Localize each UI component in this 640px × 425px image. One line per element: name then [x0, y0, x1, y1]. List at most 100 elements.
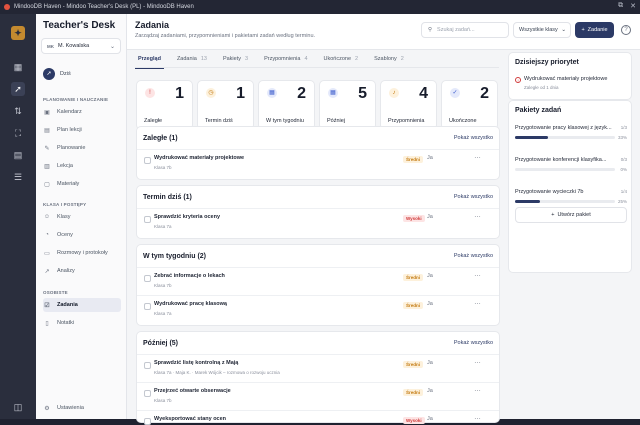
more-icon[interactable]: …: [474, 414, 481, 421]
class-filter-select[interactable]: Wszystkie klasy ⌄: [513, 22, 571, 38]
sidebar-item-grades[interactable]: ◔ Oceny: [43, 228, 121, 242]
window-titlebar: MindooDB Haven - Mindoo Teacher's Desk (…: [0, 0, 640, 14]
task-assignee: Ja: [427, 416, 433, 422]
task-assignee: Ja: [427, 273, 433, 279]
main-content: Zadania Zarządzaj zadaniami, przypomnien…: [127, 14, 640, 425]
more-icon[interactable]: …: [474, 271, 481, 278]
transfer-icon[interactable]: ⇅: [11, 104, 25, 118]
rocket-icon[interactable]: ➚: [11, 82, 25, 96]
more-icon[interactable]: …: [474, 299, 481, 306]
stat-value: 1: [236, 85, 245, 102]
group-title: Zaległe (1): [143, 134, 178, 142]
sidebar-item-lesson[interactable]: ▥ Lekcja: [43, 159, 121, 173]
stat-card-due-today[interactable]: ◷ 1 Termin dziś: [197, 80, 254, 130]
sidebar-item-tasks[interactable]: ☑ Zadania: [43, 298, 121, 312]
bundle-percent: 25%: [617, 199, 627, 204]
task-row[interactable]: Zebrać informacje o lekach Klasa 7b Śred…: [137, 267, 499, 295]
sidebar-item-calendar[interactable]: ▣ Kalendarz: [43, 105, 121, 119]
priority-badge: Średni: [403, 302, 424, 309]
more-icon[interactable]: …: [474, 386, 481, 393]
app-rail: ✦ ▦ ➚ ⇅ ⛶ ▤ ☰ ◫: [0, 14, 36, 419]
stat-card-later[interactable]: ▦ 5 Później: [319, 80, 376, 130]
stat-value: 2: [297, 85, 306, 102]
task-checkbox[interactable]: [144, 390, 151, 397]
checklist-icon: ☑: [44, 302, 50, 309]
sidebar-item-label: Analizy: [57, 268, 75, 274]
users-icon: ☺: [43, 214, 51, 220]
sidebar-item-label: Rozmowy i protokoły: [57, 250, 108, 256]
window-title: MindooDB Haven - Mindoo Teacher's Desk (…: [14, 4, 194, 10]
more-icon[interactable]: …: [474, 358, 481, 365]
sidebar-item-conversations[interactable]: ▭ Rozmowy i protokoły: [43, 246, 121, 260]
bundle-progress-bar: [515, 200, 615, 203]
task-checkbox[interactable]: [144, 362, 151, 369]
sidebar-item-schedule[interactable]: ▤ Plan lekcji: [43, 123, 121, 137]
stat-label: Termin dziś: [205, 118, 233, 124]
sidebar-item-settings[interactable]: ⚙ Ustawienia: [43, 401, 121, 415]
sidebar-item-classes[interactable]: ☺ Klasy: [43, 210, 121, 224]
task-title: Zebrać informacje o lekach: [154, 273, 225, 279]
task-row[interactable]: Przejrzeć otwarte obserwacje Klasa 7b Śr…: [137, 382, 499, 410]
sliders-icon[interactable]: ☰: [11, 170, 25, 184]
add-task-button[interactable]: + Zadanie: [575, 22, 614, 38]
sidebar-item-materials[interactable]: ▢ Materiały: [43, 177, 121, 191]
priority-task[interactable]: ! Wydrukować materiały projektowe Zaległ…: [515, 76, 627, 94]
priority-badge: Średni: [403, 389, 424, 396]
more-icon[interactable]: …: [474, 212, 481, 219]
task-checkbox[interactable]: [144, 216, 151, 223]
sidebar-item-notes[interactable]: ▯ Notatki: [43, 316, 121, 330]
nav-today[interactable]: ➚ Dziś: [43, 68, 71, 80]
panel-toggle-icon[interactable]: ◫: [11, 400, 25, 414]
plus-icon: +: [551, 212, 555, 218]
stat-card-completed[interactable]: ✓ 2 Ukończone: [441, 80, 498, 130]
user-switcher[interactable]: MK M. Kowalska ⌄: [41, 38, 121, 54]
dashboard-icon[interactable]: ▦: [11, 60, 25, 74]
task-checkbox[interactable]: [144, 303, 151, 310]
stat-card-reminders[interactable]: ♪ 4 Przypomnienia: [380, 80, 437, 130]
task-checkbox[interactable]: [144, 275, 151, 282]
task-checkbox[interactable]: [144, 157, 151, 164]
task-title: Wydrukować pracę klasową: [154, 301, 227, 307]
stat-card-this-week[interactable]: ▦ 2 W tym tygodniu: [258, 80, 315, 130]
bundle-item[interactable]: Przygotowanie pracy klasowej z język... …: [515, 125, 627, 151]
tab-label: Przegląd: [138, 56, 161, 62]
bell-icon: ♪: [389, 88, 399, 98]
create-bundle-button[interactable]: + Utwórz pakiet: [515, 207, 627, 223]
stat-value: 4: [419, 85, 428, 102]
task-checkbox[interactable]: [144, 418, 151, 425]
database-icon[interactable]: ▤: [11, 148, 25, 162]
task-row[interactable]: Wyeksportować stany ocen Wysoki Ja …: [137, 410, 499, 425]
search-input[interactable]: ⚲ Szukaj zadań...: [421, 22, 509, 38]
tab-divider: [135, 67, 499, 68]
task-title: Wydrukować materiały projektowe: [154, 155, 245, 161]
chart-icon: ◔: [45, 232, 49, 238]
priority-badge: Średni: [403, 274, 424, 281]
task-assignee: Ja: [427, 214, 433, 220]
task-row[interactable]: Sprawdzić listę kontrolną z Mają Klasa 7…: [137, 354, 499, 382]
bundle-count: 1/3: [620, 125, 627, 130]
show-all-link[interactable]: Pokaż wszystko: [454, 127, 493, 149]
close-icon[interactable]: ✕: [630, 2, 636, 10]
sidebar-item-planning[interactable]: ✎ Planowanie: [43, 141, 121, 155]
task-row[interactable]: Wydrukować materiały projektowe Klasa 7b…: [137, 149, 499, 177]
sidebar-item-label: Kalendarz: [57, 109, 82, 115]
scan-icon[interactable]: ⛶: [11, 126, 25, 140]
more-icon[interactable]: …: [474, 153, 481, 160]
stat-card-overdue[interactable]: ! 1 Zaległe: [136, 80, 193, 130]
show-all-link[interactable]: Pokaż wszystko: [454, 186, 493, 208]
tab-label: Szablony: [374, 56, 397, 62]
show-all-link[interactable]: Pokaż wszystko: [454, 245, 493, 267]
stat-label: Ukończone: [449, 118, 477, 124]
book-icon: ▥: [44, 163, 50, 170]
bundle-name: Przygotowanie pracy klasowej z język...: [515, 125, 612, 131]
pip-icon[interactable]: ⧉: [618, 2, 623, 10]
section-title: PLANOWANIE I NAUCZANIE: [43, 97, 109, 102]
task-row[interactable]: Wydrukować pracę klasową Klasa 7a Średni…: [137, 295, 499, 323]
bundle-item[interactable]: Przygotowanie konferencji klasyfika... 0…: [515, 157, 627, 183]
stat-label: Przypomnienia: [388, 118, 425, 124]
show-all-link[interactable]: Pokaż wszystko: [454, 332, 493, 354]
task-row[interactable]: Sprawdzić kryteria oceny Klasa 7a Wysoki…: [137, 208, 499, 236]
help-icon[interactable]: ?: [621, 25, 631, 35]
sidebar-item-analytics[interactable]: ↗ Analizy: [43, 264, 121, 278]
stat-label: W tym tygodniu: [266, 118, 304, 124]
